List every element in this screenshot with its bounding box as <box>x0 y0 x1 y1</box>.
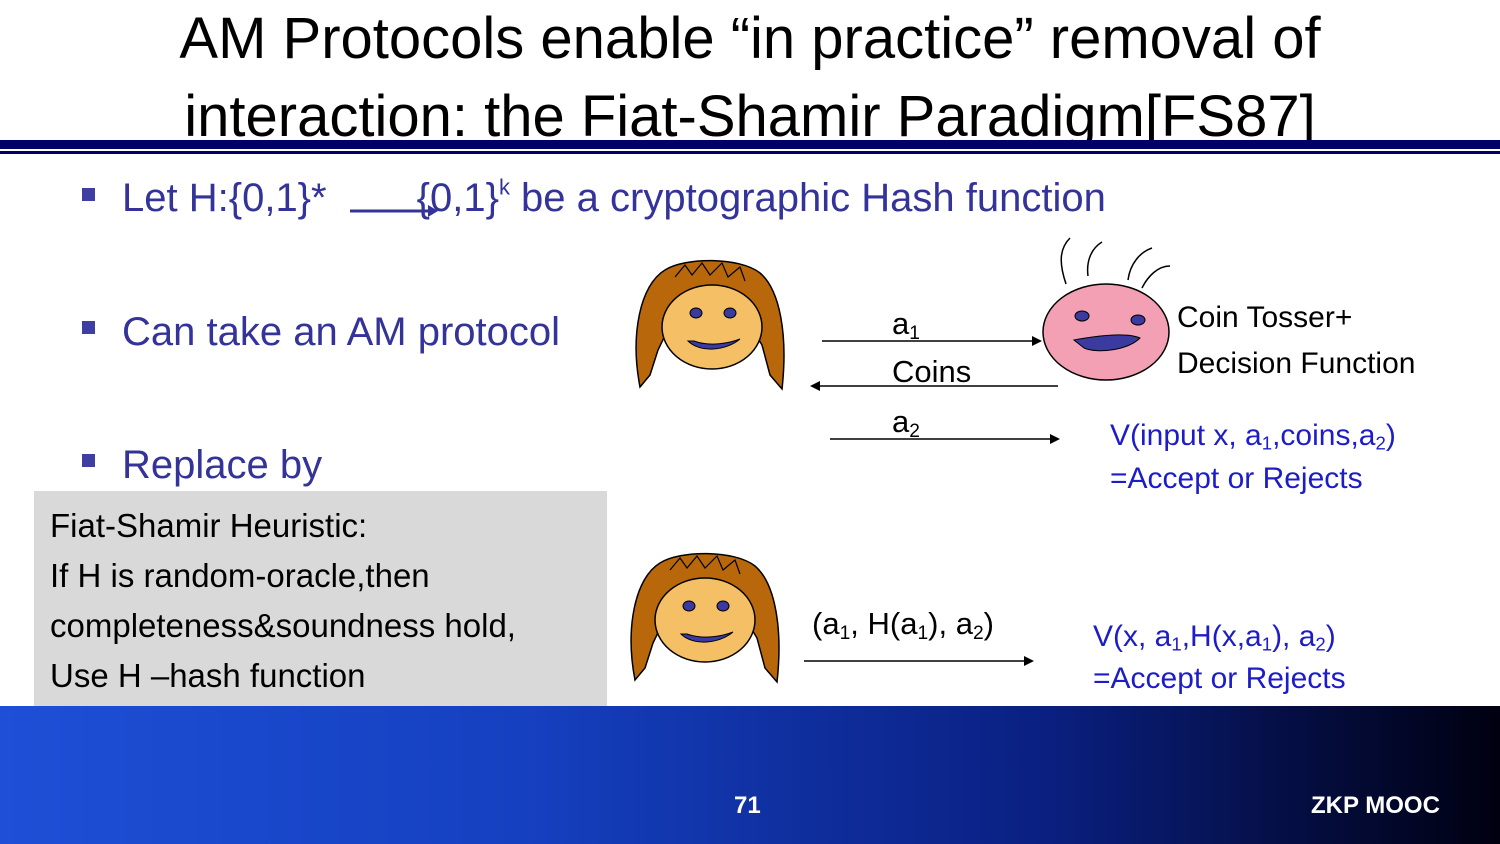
slide-footer <box>0 706 1500 844</box>
course-name: ZKP MOOC <box>1311 792 1440 819</box>
verifier-result-2: V(x, a1,H(x,a1), a2) <box>1093 620 1336 655</box>
verifier-result-2-outcome: =Accept or Rejects <box>1093 662 1346 695</box>
page-number: 71 <box>734 792 761 819</box>
